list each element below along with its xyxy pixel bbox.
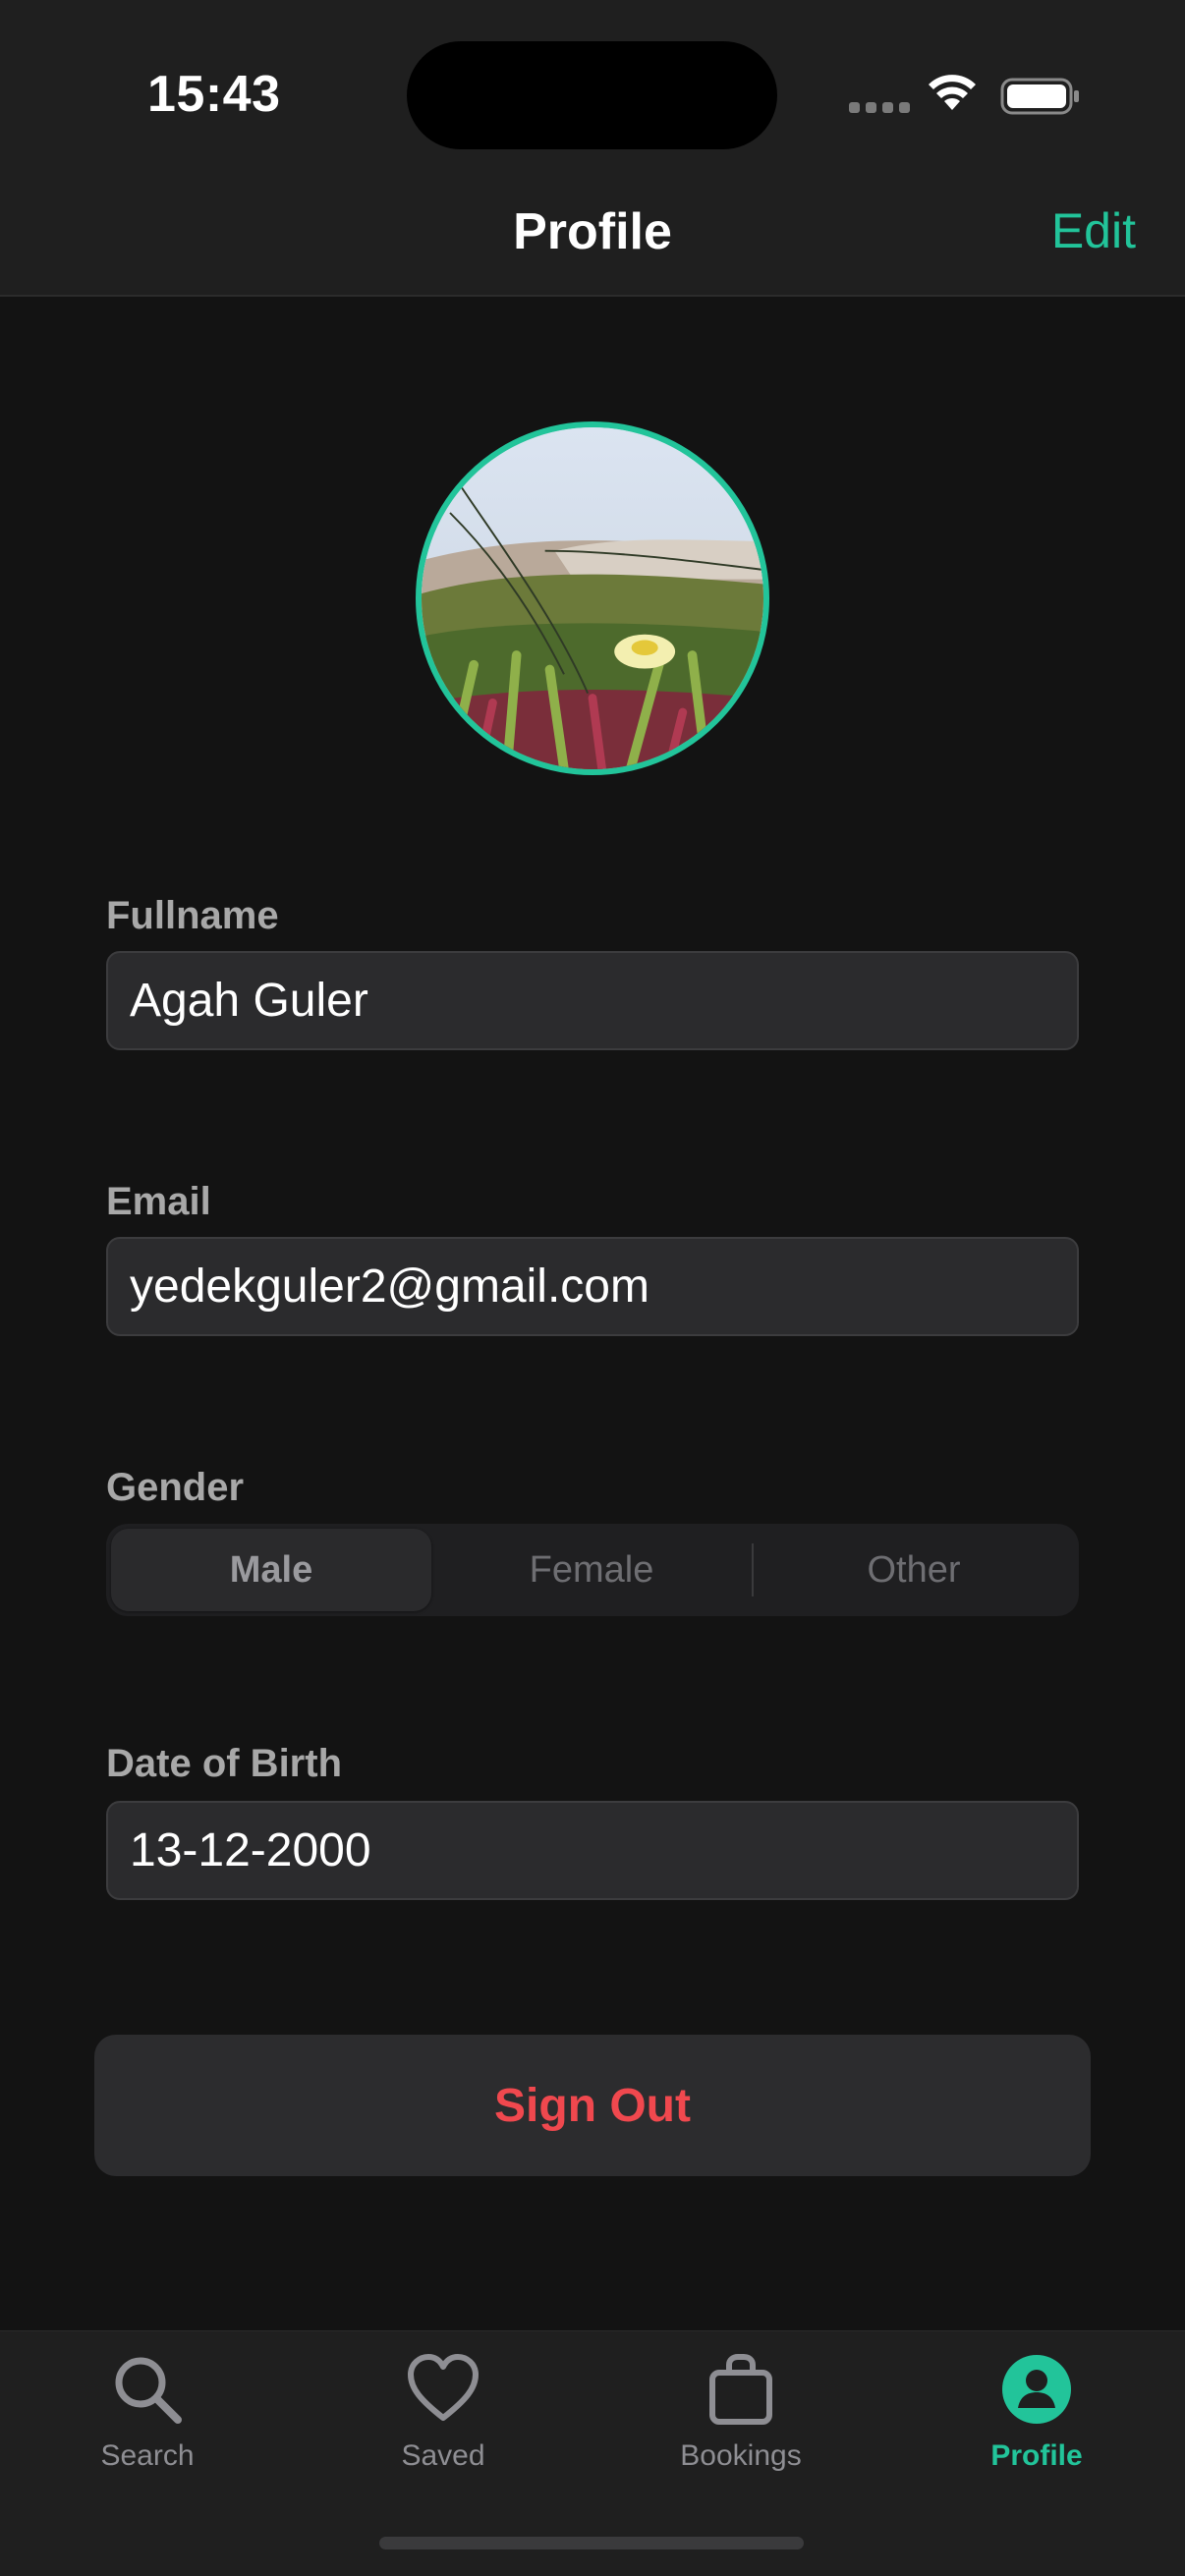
header: 15:43 Profile Edit (0, 0, 1185, 297)
sign-out-button[interactable]: Sign Out (94, 2035, 1091, 2176)
dob-value: 13-12-2000 (130, 1824, 371, 1876)
tab-label-bookings: Bookings (680, 2439, 802, 2472)
tab-label-profile: Profile (990, 2439, 1083, 2472)
tab-bookings[interactable]: Bookings (643, 2353, 839, 2491)
dob-field[interactable]: 13-12-2000 (106, 1801, 1079, 1900)
gender-segmented-control: Male Female Other (106, 1524, 1079, 1616)
email-label: Email (106, 1180, 211, 1223)
battery-icon (1000, 78, 1079, 115)
cellular-signal-icon (849, 102, 910, 113)
edit-button[interactable]: Edit (1051, 202, 1136, 259)
fullname-label: Fullname (106, 894, 279, 937)
tab-profile[interactable]: Profile (938, 2353, 1135, 2491)
gender-label: Gender (106, 1466, 245, 1509)
dob-label: Date of Birth (106, 1742, 342, 1785)
tab-search[interactable]: Search (49, 2353, 246, 2491)
avatar-photo (422, 427, 763, 769)
avatar[interactable] (416, 421, 769, 775)
email-value: yedekguler2@gmail.com (130, 1260, 649, 1313)
email-field[interactable]: yedekguler2@gmail.com (106, 1237, 1079, 1336)
wifi-icon (929, 75, 976, 110)
gender-option-male[interactable]: Male (111, 1529, 431, 1611)
heart-icon (408, 2354, 479, 2421)
page-title: Profile (513, 203, 672, 260)
tab-label-search: Search (100, 2439, 195, 2472)
search-icon (115, 2357, 182, 2424)
status-time: 15:43 (147, 66, 281, 123)
tab-saved[interactable]: Saved (345, 2353, 541, 2491)
fullname-value: Agah Guler (130, 975, 368, 1027)
fullname-field[interactable]: Agah Guler (106, 951, 1079, 1050)
person-circle-icon (1002, 2355, 1071, 2424)
home-indicator (379, 2537, 804, 2549)
gender-option-other[interactable]: Other (754, 1529, 1074, 1611)
dynamic-island (407, 41, 777, 149)
tab-label-saved: Saved (401, 2439, 485, 2472)
profile-screen: 15:43 Profile Edit Fullname Agah Guler E… (0, 0, 1185, 2576)
gender-option-female[interactable]: Female (431, 1529, 752, 1611)
bag-icon (709, 2354, 772, 2425)
